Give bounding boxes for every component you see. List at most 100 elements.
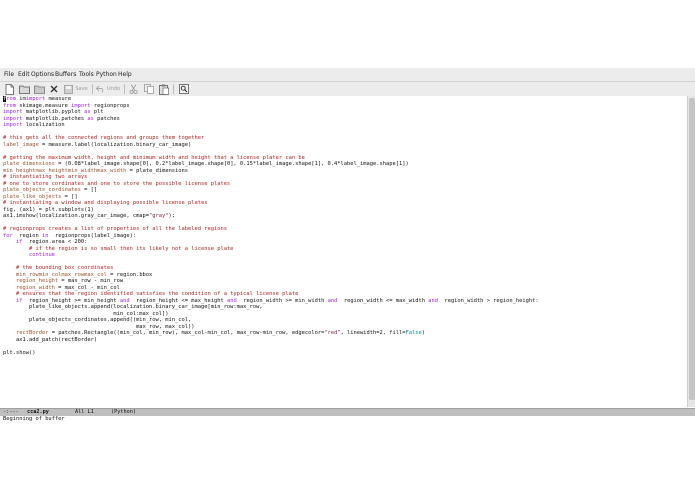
code-token: max_height <box>35 167 68 174</box>
code-token: region_width >= min_width <box>239 297 328 304</box>
code-token: matplotlib.patches <box>25 115 88 122</box>
code-token: min_col:max_col]) <box>3 310 169 317</box>
code-token: in <box>41 232 52 239</box>
code-token: matplotlib.pyplot <box>25 109 85 115</box>
menu-help[interactable]: Help <box>118 71 132 78</box>
menu-file[interactable]: File <box>4 71 14 78</box>
code-token: # instantiating a window and displaying … <box>3 200 208 206</box>
code-token: localization <box>25 122 65 128</box>
code-token: , linewidth=2, fill= <box>340 330 406 336</box>
dired-icon[interactable] <box>34 83 45 95</box>
code-token: plate_objects_cordinates <box>3 187 81 193</box>
save-label: Save <box>75 86 88 92</box>
code-buffer[interactable]: from imimport measure from skimage.measur… <box>3 96 539 356</box>
code-line[interactable]: plt.show() <box>3 350 539 357</box>
toolbar-separator <box>92 84 93 94</box>
code-token: regionprops(label_image): <box>51 232 137 239</box>
close-icon[interactable] <box>49 83 59 95</box>
code-token: plt <box>93 109 104 115</box>
menu-options[interactable]: Options <box>31 71 54 78</box>
code-token: and <box>226 297 240 304</box>
code-token: = max_row - min_row <box>58 278 124 284</box>
code-token: region.area < 200: <box>25 239 88 245</box>
minibuffer[interactable]: Beginning of buffer <box>3 416 65 422</box>
code-token: rom <box>6 96 20 102</box>
code-token: ax1.add_patch(rectBorder) <box>3 336 98 343</box>
code-token: ) <box>421 330 425 336</box>
code-token: for <box>3 232 16 239</box>
undo-button[interactable]: Undo <box>96 83 120 95</box>
code-token: plate_dimensions <box>3 161 55 167</box>
code-token: = measure.label(localization.binary_car_… <box>38 141 192 148</box>
code-token: region_height >= min_height <box>25 297 120 304</box>
code-token: label_image <box>3 141 39 148</box>
vertical-scrollbar[interactable] <box>687 96 695 407</box>
code-token: import <box>25 96 49 102</box>
save-button[interactable]: Save <box>64 83 88 95</box>
code-token: = patches.Rectangle((min_col, min_row), … <box>48 330 325 336</box>
code-token: region_width > region_height: <box>441 297 539 304</box>
code-token: and <box>119 297 133 304</box>
code-token: min_row <box>15 271 39 278</box>
code-token: fig, (ax1) = plt.subplots(1) <box>3 206 94 213</box>
code-token: import <box>3 109 26 115</box>
undo-label: Undo <box>106 86 120 92</box>
code-token: min_height <box>3 167 36 174</box>
code-token: = region.bbox <box>106 271 153 278</box>
menu-buffers[interactable]: Buffers <box>55 71 76 78</box>
code-token: = [] <box>80 187 98 193</box>
code-token: and <box>428 297 442 304</box>
save-icon <box>64 84 74 94</box>
copy-icon[interactable] <box>143 83 154 95</box>
code-token: continue <box>28 252 55 258</box>
menu-edit[interactable]: Edit <box>18 71 30 78</box>
code-token: # the bounding box coordinates <box>15 265 114 271</box>
code-token: # this gets all the connected regions an… <box>3 135 205 141</box>
new-file-icon[interactable] <box>4 83 15 95</box>
code-token: min_col <box>38 271 62 278</box>
code-token: plt.show() <box>3 349 36 356</box>
code-token: region_width <box>15 284 55 291</box>
code-token: = plate_dimensions <box>126 167 189 174</box>
code-token: max_row, max_col)) <box>3 323 195 330</box>
cut-icon[interactable] <box>128 83 139 95</box>
code-token: skimage.measure <box>19 102 72 109</box>
modeline-status: -:--- <box>3 409 19 415</box>
code-token: import <box>71 102 94 109</box>
code-token: = max_col - min_col <box>54 284 120 291</box>
code-token: plate_objects_cordinates.append((min_row… <box>3 317 192 323</box>
code-token: regionprops <box>93 102 130 109</box>
code-token: "red" <box>324 330 341 336</box>
code-token: # instantiating two arrays <box>3 174 88 180</box>
code-token: # if the region is so small then its lik… <box>28 245 234 252</box>
code-token: region_height <box>15 278 59 284</box>
code-token: from <box>3 102 20 109</box>
open-folder-icon[interactable] <box>19 83 30 95</box>
code-token: region_height <= max_height <box>132 297 227 304</box>
search-icon[interactable] <box>178 83 189 95</box>
emacs-window: File Edit Options Buffers Tools Python H… <box>0 68 695 424</box>
code-token: max_row <box>61 271 85 278</box>
code-token: if <box>15 239 26 245</box>
code-token: # one to store cordinates and one to sto… <box>3 180 231 187</box>
code-token: # getting the maximum width, height and … <box>3 154 305 161</box>
code-editor[interactable]: from imimport measure from skimage.measur… <box>0 96 687 407</box>
menu-tools[interactable]: Tools <box>79 71 94 78</box>
code-token: and <box>327 297 341 304</box>
scrollbar-thumb[interactable] <box>689 98 695 400</box>
code-token: max_col <box>84 271 107 278</box>
menu-python[interactable]: Python <box>96 71 117 78</box>
code-token: # regionprops creates a list of properti… <box>3 226 227 232</box>
code-token: measure <box>48 96 72 102</box>
code-token: False <box>405 330 422 336</box>
paste-icon[interactable] <box>158 83 169 95</box>
modeline-position: All L1 <box>75 409 94 415</box>
code-token: ax1.imshow(localization.gray_car_image, … <box>3 213 150 219</box>
undo-icon <box>96 85 104 93</box>
code-token: as <box>87 115 98 122</box>
